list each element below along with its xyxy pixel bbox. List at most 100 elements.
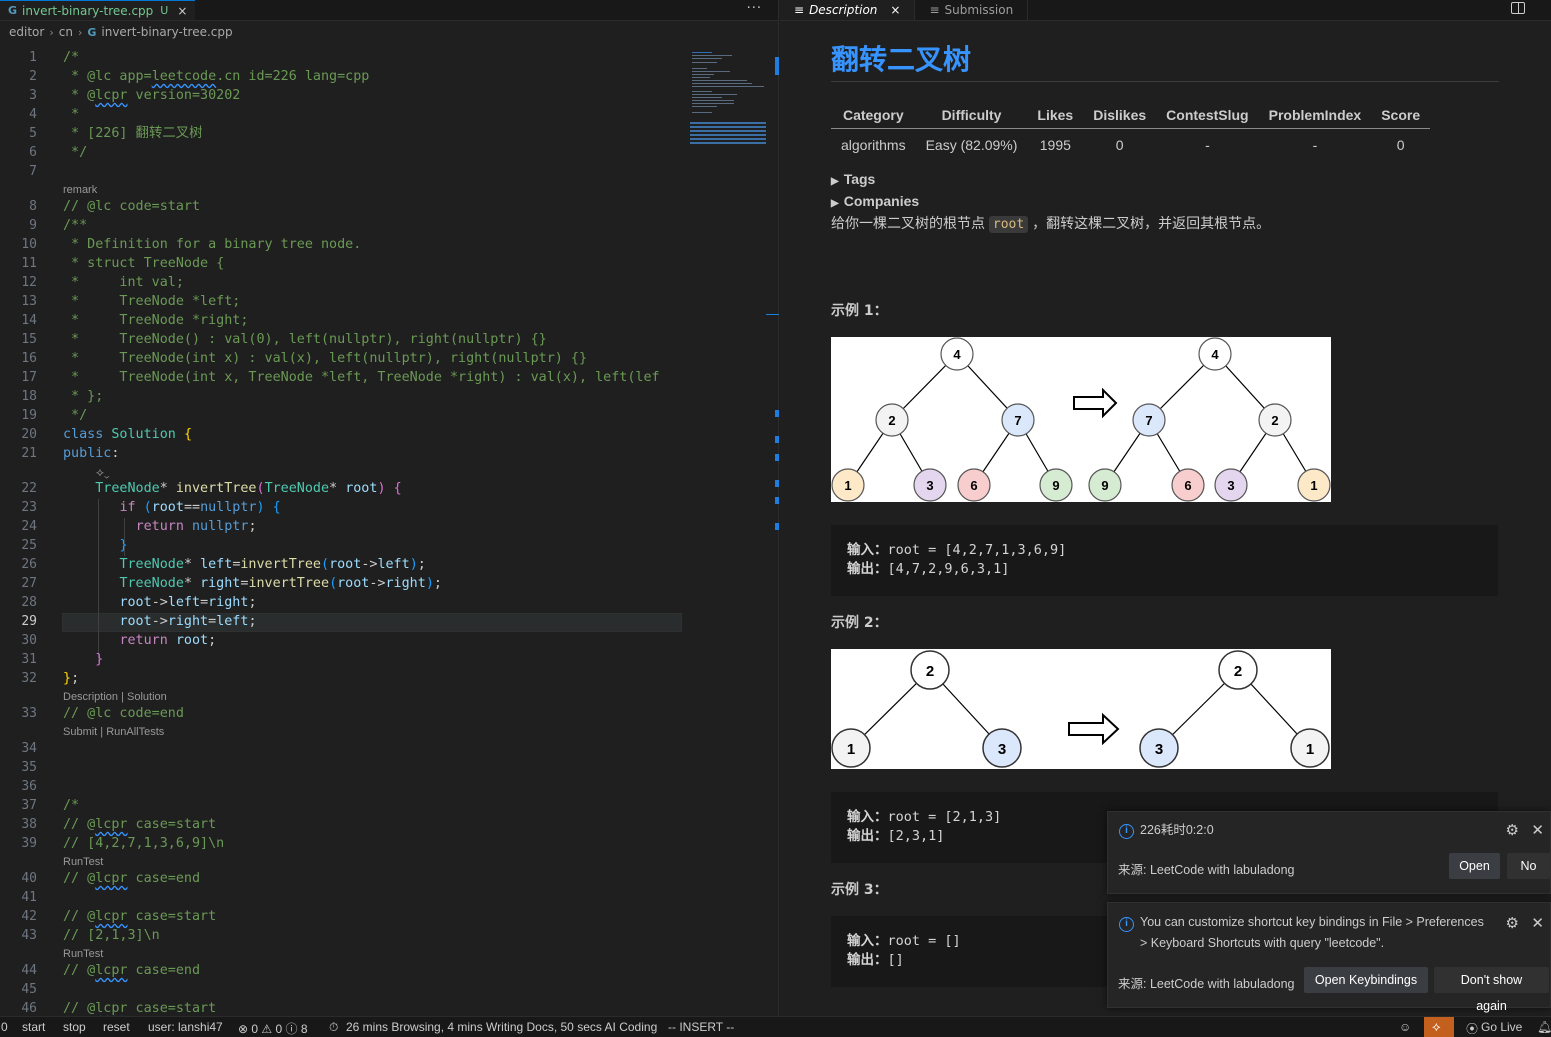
tree-diagram: 4 2 7 1 3 6 9 4 7 2 9 6 3 1: [831, 337, 1331, 502]
companies-toggle[interactable]: ▶ Companies: [831, 190, 1499, 212]
code-line: 31 }: [21, 652, 104, 667]
code-line: 45: [21, 982, 37, 997]
output-label: 输出：: [847, 952, 888, 968]
gear-icon[interactable]: ⚙: [1506, 914, 1519, 932]
ai-icon[interactable]: ⟡⌄: [96, 464, 110, 480]
close-icon[interactable]: ✕: [1531, 914, 1544, 932]
code-line: 32};: [21, 671, 80, 686]
tree-node-label: 7: [1014, 413, 1021, 428]
code-line: 17 * TreeNode(int x, TreeNode *left, Tre…: [21, 370, 660, 385]
notification-keybindings: i You can customize shortcut key binding…: [1107, 902, 1551, 1013]
go-live-button[interactable]: Go Live: [1481, 1020, 1522, 1034]
code-line: 23 if (root==nullptr) {: [21, 500, 281, 515]
example-input: root = []: [887, 933, 961, 949]
example-1-image: 4 2 7 1 3 6 9 4 7 2 9 6 3 1: [831, 337, 1331, 502]
code-line: 9/**: [29, 218, 88, 233]
breadcrumb-item-cn[interactable]: cn: [59, 25, 73, 39]
breadcrumb-item-file[interactable]: invert-binary-tree.cpp: [101, 25, 232, 39]
open-keybindings-button[interactable]: Open Keybindings: [1304, 967, 1428, 993]
codelens-submit-runalltests[interactable]: Submit | RunAllTests: [63, 724, 164, 740]
cpp-file-icon: G: [8, 4, 18, 17]
tree-node-label: 3: [1155, 741, 1163, 758]
code-line: 20 class Solution {: [21, 427, 192, 442]
example-input: root = [4,2,7,1,3,6,9]: [887, 542, 1067, 558]
tree-node-label: 3: [1227, 478, 1234, 493]
example-output: [2,3,1]: [887, 828, 945, 844]
codelens-runtest[interactable]: RunTest: [63, 854, 103, 870]
dont-show-again-button[interactable]: Don't show again: [1434, 967, 1549, 1013]
code-line: 12 * int val;: [21, 275, 184, 290]
codelens-description-solution[interactable]: Description | Solution: [63, 689, 167, 705]
no-button[interactable]: No: [1507, 853, 1550, 879]
scrollbar-marker: [775, 410, 779, 417]
problem-statement: 给你一棵二叉树的根节点 root ，翻转这棵二叉树，并返回其根节点。: [831, 213, 1499, 233]
split-editor-icon[interactable]: [1511, 2, 1525, 14]
scrollbar-cursor-marker: [766, 314, 779, 315]
info-icon: i: [1119, 824, 1134, 839]
gear-icon[interactable]: ⚙: [1506, 821, 1519, 839]
broadcast-icon: ⦿: [1466, 1022, 1479, 1036]
status-activity[interactable]: 26 mins Browsing, 4 mins Writing Docs, 5…: [346, 1020, 657, 1034]
code-editor[interactable]: 1/* 2 * @lc app=leetcode.cn id=226 lang=…: [0, 48, 686, 1016]
status-problems[interactable]: ⊗ 0 ⚠ 0 ⓘ 8: [238, 1020, 308, 1037]
status-stop-button[interactable]: stop: [63, 1020, 86, 1034]
status-reset-button[interactable]: reset: [103, 1020, 130, 1034]
table-header: Difficulty: [915, 102, 1028, 129]
table-cell: -: [1205, 137, 1210, 154]
tree-node-label: 4: [1211, 347, 1219, 362]
code-line: 27 TreeNode* right=invertTree(root->righ…: [21, 576, 442, 591]
notifications-bell-icon[interactable]: 🔔︎: [1537, 1020, 1551, 1034]
tab-description[interactable]: ≡ Description ×: [780, 0, 916, 20]
codelens-runtest[interactable]: RunTest: [63, 946, 103, 962]
close-tab-icon[interactable]: ×: [177, 4, 187, 18]
close-tab-icon[interactable]: ×: [890, 3, 900, 17]
close-icon[interactable]: ✕: [1531, 821, 1544, 839]
code-line: 16 * TreeNode(int x) : val(x), left(null…: [21, 351, 588, 366]
tab-submission-label: Submission: [944, 3, 1014, 17]
statement-text: 给你一棵二叉树的根节点: [831, 215, 989, 231]
minimap[interactable]: [690, 50, 766, 150]
triangle-right-icon: ▶: [831, 176, 839, 187]
table-cell: -: [1312, 137, 1318, 154]
tree-node-label: 2: [926, 663, 934, 680]
code-line: 28 root->left=right;: [21, 595, 257, 610]
status-start-button[interactable]: start: [22, 1020, 45, 1034]
editor-tab-filename: invert-binary-tree.cpp: [22, 3, 154, 18]
status-user[interactable]: user: lanshi47: [148, 1020, 223, 1034]
table-header: Dislikes: [1083, 102, 1157, 129]
tree-node-label: 4: [953, 347, 961, 362]
tags-toggle[interactable]: ▶ Tags: [831, 168, 1499, 190]
copilot-icon[interactable]: ☺: [1399, 1020, 1411, 1034]
table-header: Score: [1371, 102, 1431, 129]
code-line: 8// @lc code=start: [29, 199, 201, 214]
scrollbar-marker: [775, 523, 779, 530]
example-title: 示例 1：: [831, 303, 888, 319]
editor-tab-active[interactable]: G invert-binary-tree.cpp U ×: [0, 0, 196, 20]
code-line: 44// @lcpr case=end: [21, 963, 201, 978]
example-1-code: 输入：root = [4,2,7,1,3,6,9] 输出：[4,7,2,9,6,…: [831, 525, 1498, 596]
table-cell: Easy (82.09%): [925, 137, 1018, 154]
more-actions-icon[interactable]: ···: [747, 1, 762, 16]
status-item-count[interactable]: 0: [1, 1020, 8, 1034]
tree-node-label: 1: [1306, 741, 1314, 758]
code-line: 2 * @lc app=leetcode.cn id=226 lang=cpp: [29, 69, 370, 84]
table-header: Category: [831, 102, 916, 129]
code-line: 18 * };: [21, 389, 104, 404]
table-cell: algorithms: [841, 137, 906, 154]
codelens-remark[interactable]: remark: [63, 182, 97, 198]
tab-submission[interactable]: ≡ Submission: [915, 0, 1029, 20]
open-button[interactable]: Open: [1449, 853, 1500, 879]
example-title: 示例 2：: [831, 615, 888, 631]
code-line: 13 * TreeNode *left;: [21, 294, 241, 309]
scrollbar-marker: [775, 497, 779, 504]
scrollbar-slider[interactable]: [775, 57, 779, 75]
tree-node-label: 6: [970, 478, 977, 493]
chevron-right-icon: ›: [49, 25, 54, 39]
breadcrumb-item-editor[interactable]: editor: [9, 25, 44, 39]
leetcode-status-icon[interactable]: ⟡: [1424, 1017, 1454, 1037]
statement-text: ，翻转这棵二叉树，并返回其根节点。: [1028, 215, 1271, 231]
notification-message: 226耗时0:2:0: [1140, 823, 1214, 837]
table-header: ProblemIndex: [1258, 102, 1372, 129]
triangle-right-icon: ▶: [831, 198, 839, 209]
scrollbar-marker: [775, 436, 779, 443]
